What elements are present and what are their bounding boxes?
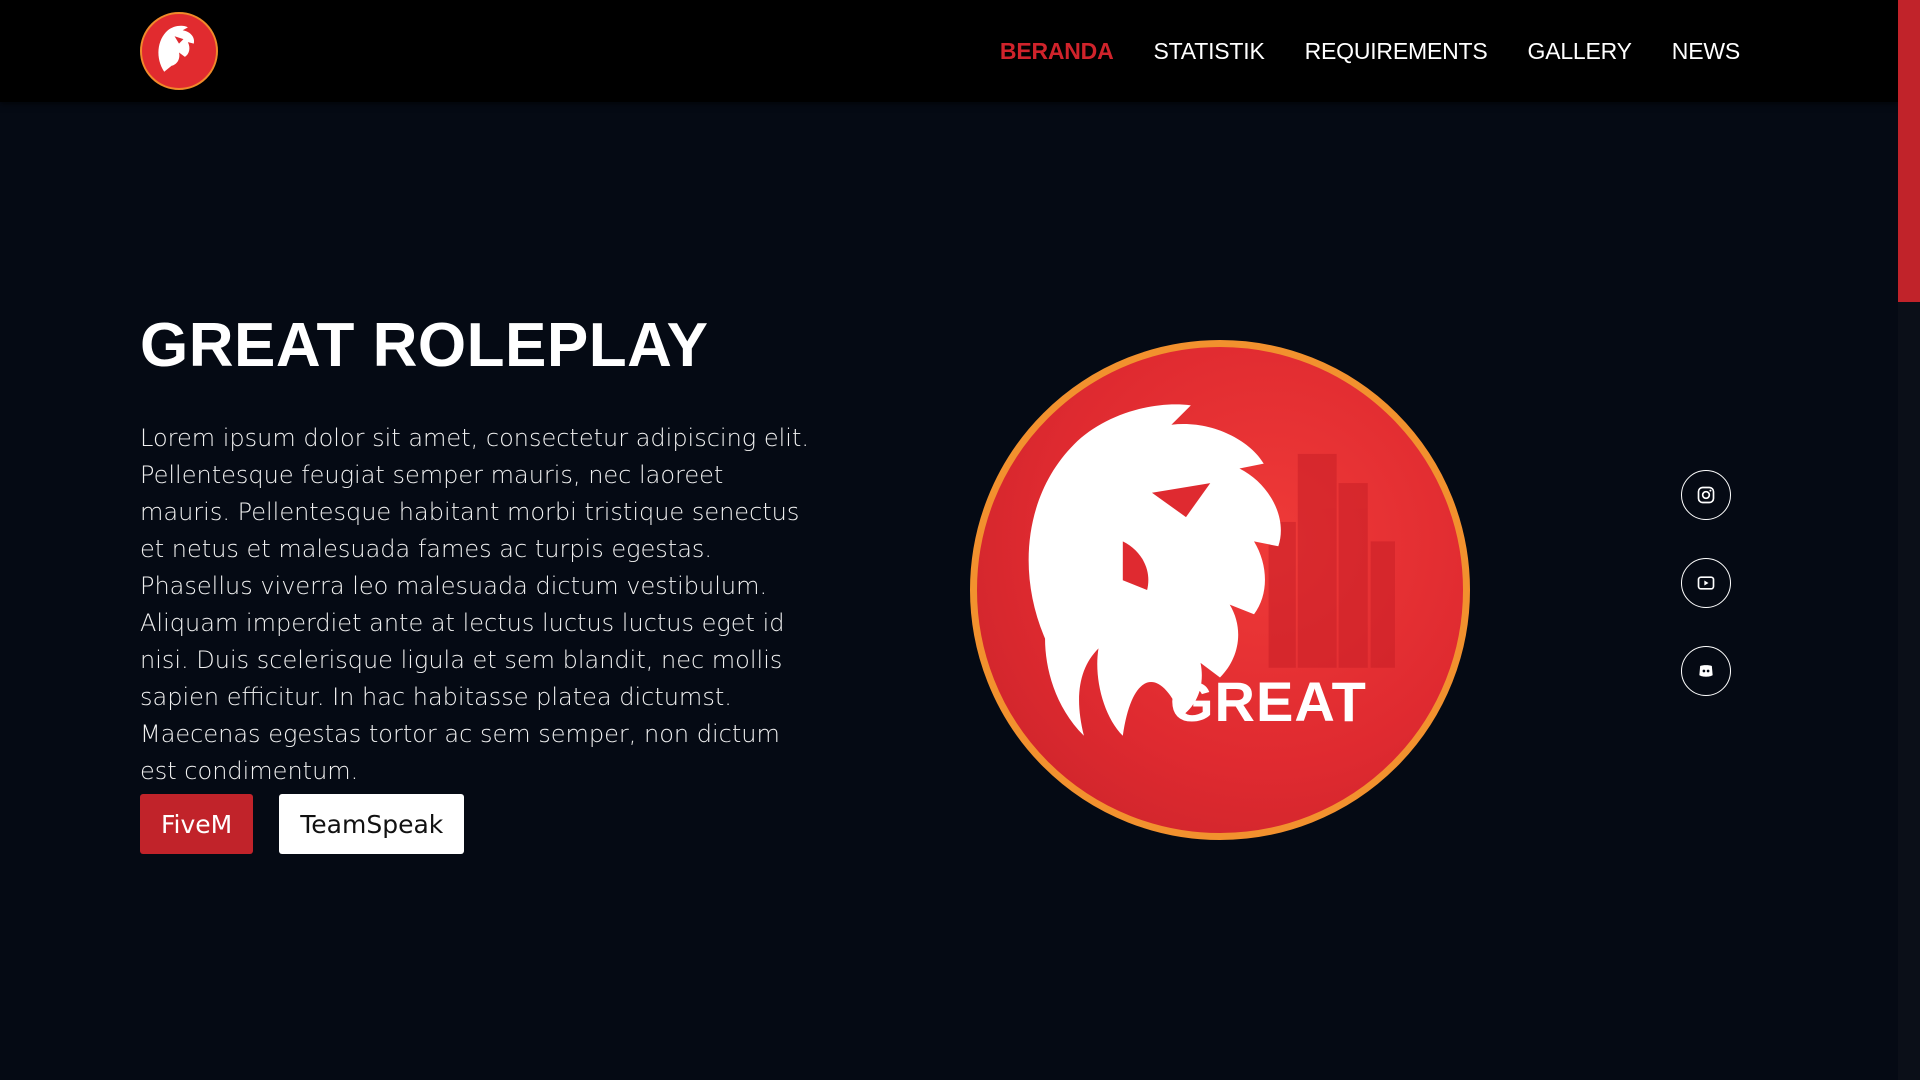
nav-gallery[interactable]: GALLERY xyxy=(1528,38,1632,65)
site-header: BERANDA STATISTIK REQUIREMENTS GALLERY N… xyxy=(0,0,1898,102)
hero-title: GREAT ROLEPLAY xyxy=(140,311,709,380)
hero-buttons: FiveM TeamSpeak xyxy=(140,794,465,854)
nav-statistik[interactable]: STATISTIK xyxy=(1154,38,1265,65)
main-nav: BERANDA STATISTIK REQUIREMENTS GALLERY N… xyxy=(1000,0,1740,102)
discord-icon xyxy=(1699,665,1713,677)
site-logo[interactable] xyxy=(140,12,218,90)
scrollbar-thumb[interactable] xyxy=(1898,0,1920,302)
hero-logo: GREAT xyxy=(970,340,1470,840)
instagram-button[interactable] xyxy=(1681,470,1731,520)
hero-logo-text: GREAT xyxy=(1170,670,1367,733)
discord-button[interactable] xyxy=(1681,646,1731,696)
youtube-icon xyxy=(1697,576,1715,590)
social-links xyxy=(1681,470,1731,696)
scrollbar-track[interactable] xyxy=(1898,0,1920,1080)
lion-logo-icon xyxy=(158,25,195,72)
youtube-button[interactable] xyxy=(1681,558,1731,608)
nav-beranda[interactable]: BERANDA xyxy=(1000,38,1114,65)
instagram-icon xyxy=(1697,486,1715,504)
nav-news[interactable]: NEWS xyxy=(1672,38,1740,65)
nav-requirements[interactable]: REQUIREMENTS xyxy=(1305,38,1488,65)
fivem-button[interactable]: FiveM xyxy=(140,794,254,854)
lion-head-icon xyxy=(1028,404,1395,736)
teamspeak-button[interactable]: TeamSpeak xyxy=(279,794,465,854)
hero-description: Lorem ipsum dolor sit amet, consectetur … xyxy=(140,424,809,785)
